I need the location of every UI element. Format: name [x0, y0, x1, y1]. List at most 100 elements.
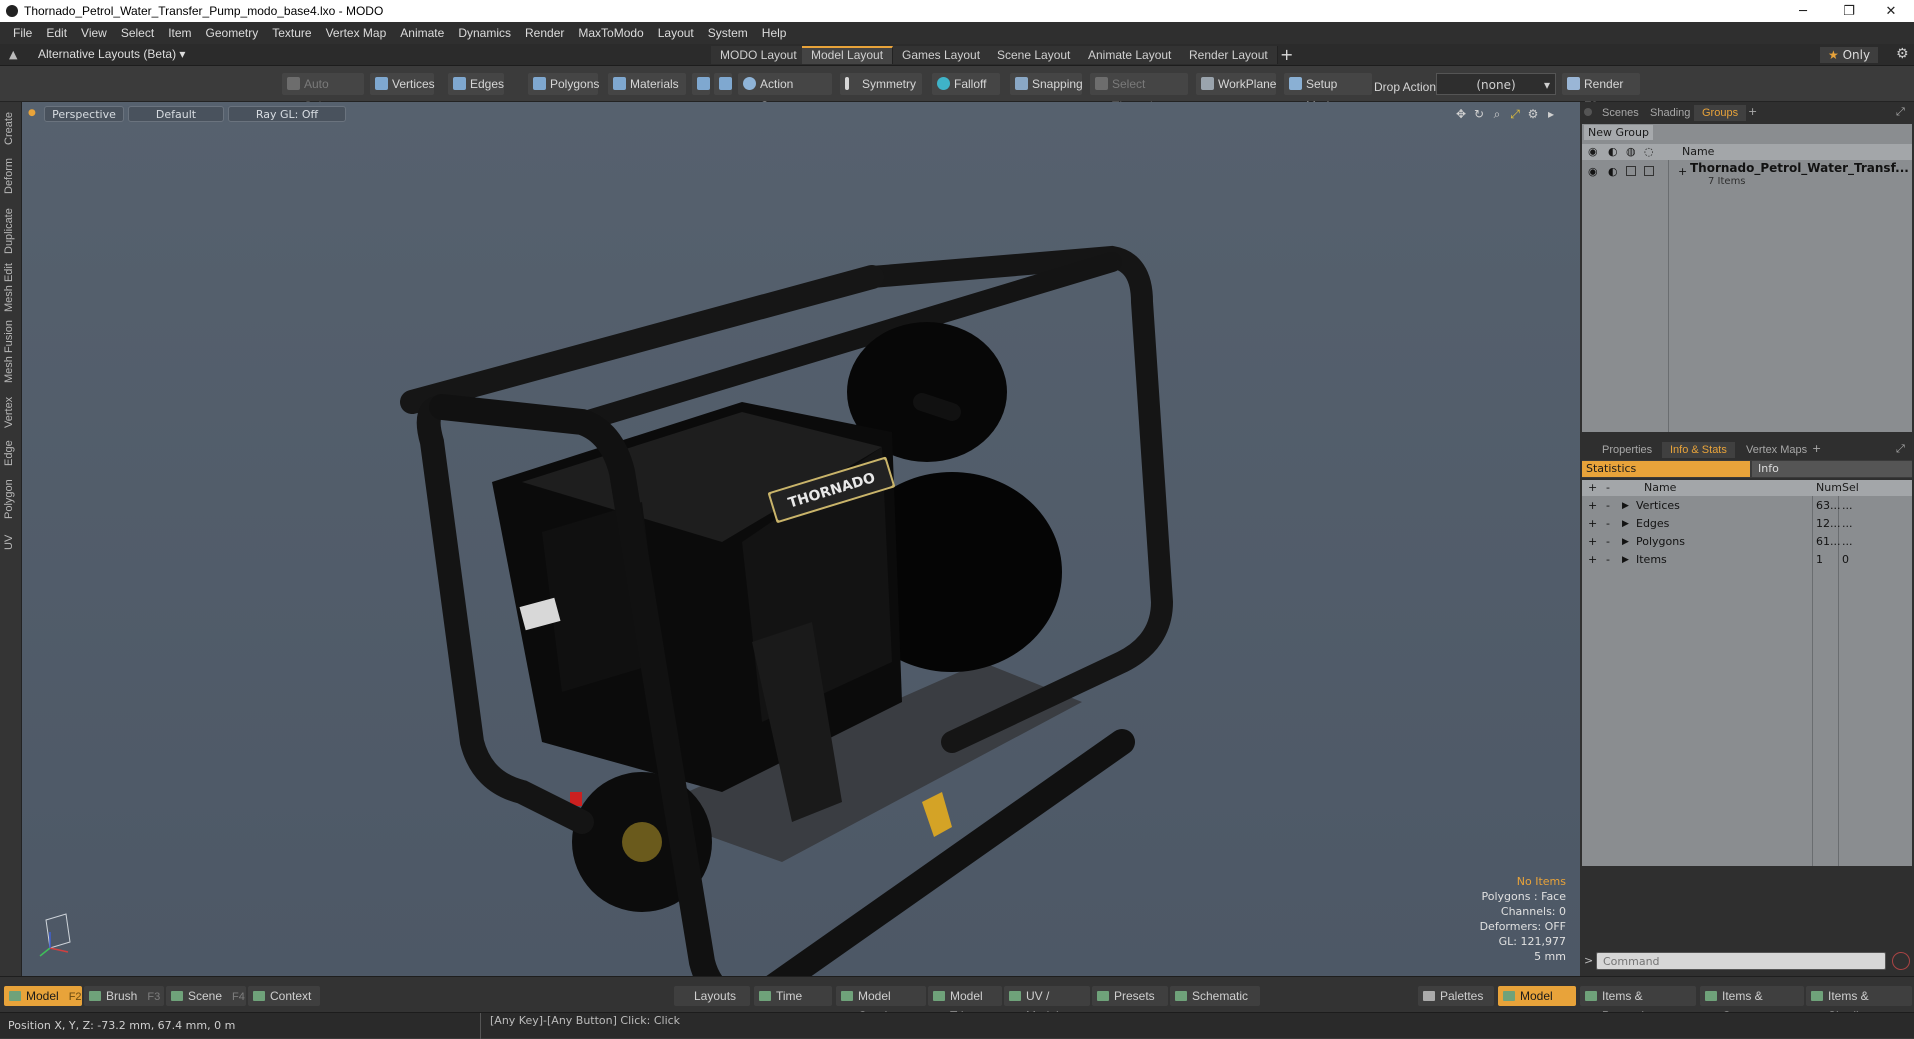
tab-polygon[interactable]: Polygon [3, 474, 19, 524]
collapse-icon[interactable]: ▲ [9, 48, 17, 61]
stats-row-vertices[interactable]: + - ▶ Vertices 63... ... [1582, 497, 1912, 515]
panel-expand-icon-2[interactable]: ⤢ [1896, 442, 1905, 456]
select-checkbox[interactable] [1644, 166, 1654, 176]
panel-expand-icon[interactable]: ⤢ [1896, 105, 1905, 119]
tab-properties[interactable]: Properties [1594, 442, 1660, 458]
command-history-icon[interactable] [1892, 952, 1910, 970]
stats-row-edges[interactable]: + - ▶ Edges 12... ... [1582, 515, 1912, 533]
collapse-all-icon[interactable]: - [1606, 480, 1610, 496]
row-plus-icon[interactable]: + [1588, 497, 1597, 515]
close-button[interactable]: ✕ [1868, 0, 1914, 22]
setup-mode-button[interactable]: Setup Mode [1284, 73, 1372, 113]
drop-action-select[interactable]: (none) ▾ [1436, 73, 1556, 95]
items-shading-button[interactable]: Items & Shading [1806, 986, 1912, 1023]
vertices-button[interactable]: Vertices [370, 73, 435, 95]
component-mode-button[interactable] [692, 73, 710, 95]
only-toggle[interactable]: ★ Only [1820, 47, 1879, 63]
alt-layouts-dropdown[interactable]: Alternative Layouts (Beta) ▾ [38, 47, 185, 61]
schematic-button[interactable]: Schematic [1170, 986, 1260, 1006]
palettes-button[interactable]: Palettes [1418, 986, 1494, 1006]
menu-dynamics[interactable]: Dynamics [451, 26, 518, 40]
tab-shading[interactable]: Shading [1642, 105, 1698, 121]
presets-button[interactable]: Presets [1092, 986, 1168, 1006]
new-group-button[interactable]: New Group [1584, 125, 1653, 140]
menu-file[interactable]: File [6, 26, 39, 40]
tab-duplicate[interactable]: Duplicate [3, 204, 19, 258]
uv-model-button[interactable]: UV / Model [1004, 986, 1090, 1023]
minimize-button[interactable]: ─ [1780, 0, 1826, 22]
item-mode-button[interactable] [714, 73, 732, 95]
select-through-button[interactable]: Select Through [1090, 73, 1188, 113]
snapping-button[interactable]: Snapping [1010, 73, 1083, 95]
tab-edge[interactable]: Edge [3, 436, 19, 470]
edges-button[interactable]: Edges [448, 73, 504, 95]
group-row[interactable]: ◉ ◐ + Thornado_Petrol_Water_Transf... 7 … [1582, 161, 1912, 192]
items-properties-button[interactable]: Items & Properties [1580, 986, 1696, 1023]
tab-mesh-fusion[interactable]: Mesh Fusion [3, 318, 19, 386]
polygons-button[interactable]: Polygons [528, 73, 599, 95]
lock-checkbox[interactable] [1626, 166, 1636, 176]
menu-maxtomodo[interactable]: MaxToModo [571, 26, 650, 40]
add-tab-icon[interactable]: + [1748, 105, 1757, 118]
add-layout-button[interactable]: + [1280, 45, 1293, 64]
items-groups-button[interactable]: Items & Groups [1700, 986, 1804, 1023]
tab-vertex-maps[interactable]: Vertex Maps [1738, 442, 1815, 458]
falloff-button[interactable]: Falloff [932, 73, 1000, 95]
tab-scenes[interactable]: Scenes [1594, 105, 1647, 121]
menu-select[interactable]: Select [114, 26, 161, 40]
row-plus-icon[interactable]: + [1588, 515, 1597, 533]
menu-layout[interactable]: Layout [651, 26, 701, 40]
menu-edit[interactable]: Edit [39, 26, 74, 40]
3d-viewport[interactable]: ● Perspective Default Ray GL: Off ✥ ↻ ⌕ … [22, 102, 1580, 976]
time-button[interactable]: Time [754, 986, 832, 1006]
model-right-button[interactable]: Model [1498, 986, 1576, 1006]
tab-info-stats[interactable]: Info & Stats [1662, 442, 1735, 458]
render-button[interactable]: Render F9 [1562, 73, 1640, 113]
menu-item[interactable]: Item [161, 26, 198, 40]
expand-all-icon[interactable]: + [1588, 480, 1597, 496]
menu-help[interactable]: Help [755, 26, 794, 40]
tab-uv[interactable]: UV [3, 530, 19, 554]
maximize-button[interactable]: ❐ [1826, 0, 1872, 22]
gear-icon[interactable]: ⚙ [1896, 46, 1909, 62]
tab-groups[interactable]: Groups [1694, 105, 1747, 121]
row-expand-arrow-icon[interactable]: ▶ [1622, 515, 1629, 533]
expand-icon[interactable]: + [1678, 163, 1687, 181]
scene-mode-button[interactable]: Scene F4 [166, 986, 246, 1006]
materials-button[interactable]: Materials [608, 73, 686, 95]
model-tri-button[interactable]: Model Tri [928, 986, 1002, 1023]
subtab-statistics[interactable]: Statistics [1582, 461, 1750, 477]
row-minus-icon[interactable]: - [1606, 551, 1610, 569]
tab-create[interactable]: Create [3, 108, 19, 148]
tab-deform[interactable]: Deform [3, 154, 19, 198]
tab-mesh-edit[interactable]: Mesh Edit [3, 262, 19, 314]
model-mode-button[interactable]: Model F2 [4, 986, 82, 1006]
layouts-button[interactable]: Layouts [674, 986, 750, 1006]
menu-system[interactable]: System [701, 26, 755, 40]
symmetry-button[interactable]: Symmetry [840, 73, 922, 95]
menu-view[interactable]: View [74, 26, 114, 40]
menu-texture[interactable]: Texture [265, 26, 318, 40]
tab-games-layout[interactable]: Games Layout [893, 46, 991, 64]
stats-row-items[interactable]: + - ▶ Items 1 0 [1582, 551, 1912, 569]
model-quad-button[interactable]: Model Quad [836, 986, 926, 1023]
tab-model-layout[interactable]: Model Layout [802, 46, 894, 64]
tab-scene-layout[interactable]: Scene Layout [988, 46, 1081, 64]
tab-animate-layout[interactable]: Animate Layout [1079, 46, 1182, 64]
tab-render-layout[interactable]: Render Layout [1180, 46, 1278, 64]
tab-modo-layout[interactable]: MODO Layout [711, 46, 807, 64]
menu-render[interactable]: Render [518, 26, 571, 40]
stats-row-polygons[interactable]: + - ▶ Polygons 61... ... [1582, 533, 1912, 551]
workplane-button[interactable]: WorkPlane [1196, 73, 1276, 95]
command-input[interactable] [1596, 952, 1886, 970]
row-minus-icon[interactable]: - [1606, 497, 1610, 515]
row-minus-icon[interactable]: - [1606, 533, 1610, 551]
subtab-info[interactable]: Info [1752, 461, 1912, 477]
render-toggle-icon[interactable]: ◐ [1608, 163, 1618, 181]
menu-vertex-map[interactable]: Vertex Map [319, 26, 394, 40]
add-tab-icon-2[interactable]: + [1812, 442, 1821, 455]
row-expand-arrow-icon[interactable]: ▶ [1622, 533, 1629, 551]
auto-select-button[interactable]: Auto Select [282, 73, 364, 113]
menu-geometry[interactable]: Geometry [199, 26, 266, 40]
row-minus-icon[interactable]: - [1606, 515, 1610, 533]
